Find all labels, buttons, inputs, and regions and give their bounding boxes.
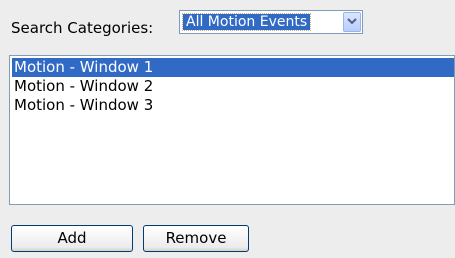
chevron-down-icon — [347, 18, 357, 25]
motion-windows-listbox[interactable]: Motion - Window 1 Motion - Window 2 Moti… — [9, 55, 455, 205]
remove-button[interactable]: Remove — [143, 225, 249, 252]
dropdown-selected-value: All Motion Events — [181, 13, 312, 31]
list-item[interactable]: Motion - Window 2 — [12, 77, 454, 96]
list-item[interactable]: Motion - Window 3 — [12, 96, 454, 115]
search-categories-dropdown[interactable]: All Motion Events — [179, 10, 363, 34]
dropdown-arrow-button[interactable] — [343, 12, 361, 32]
list-item[interactable]: Motion - Window 1 — [12, 58, 454, 77]
add-button[interactable]: Add — [11, 225, 133, 252]
search-categories-label: Search Categories: — [11, 19, 154, 37]
